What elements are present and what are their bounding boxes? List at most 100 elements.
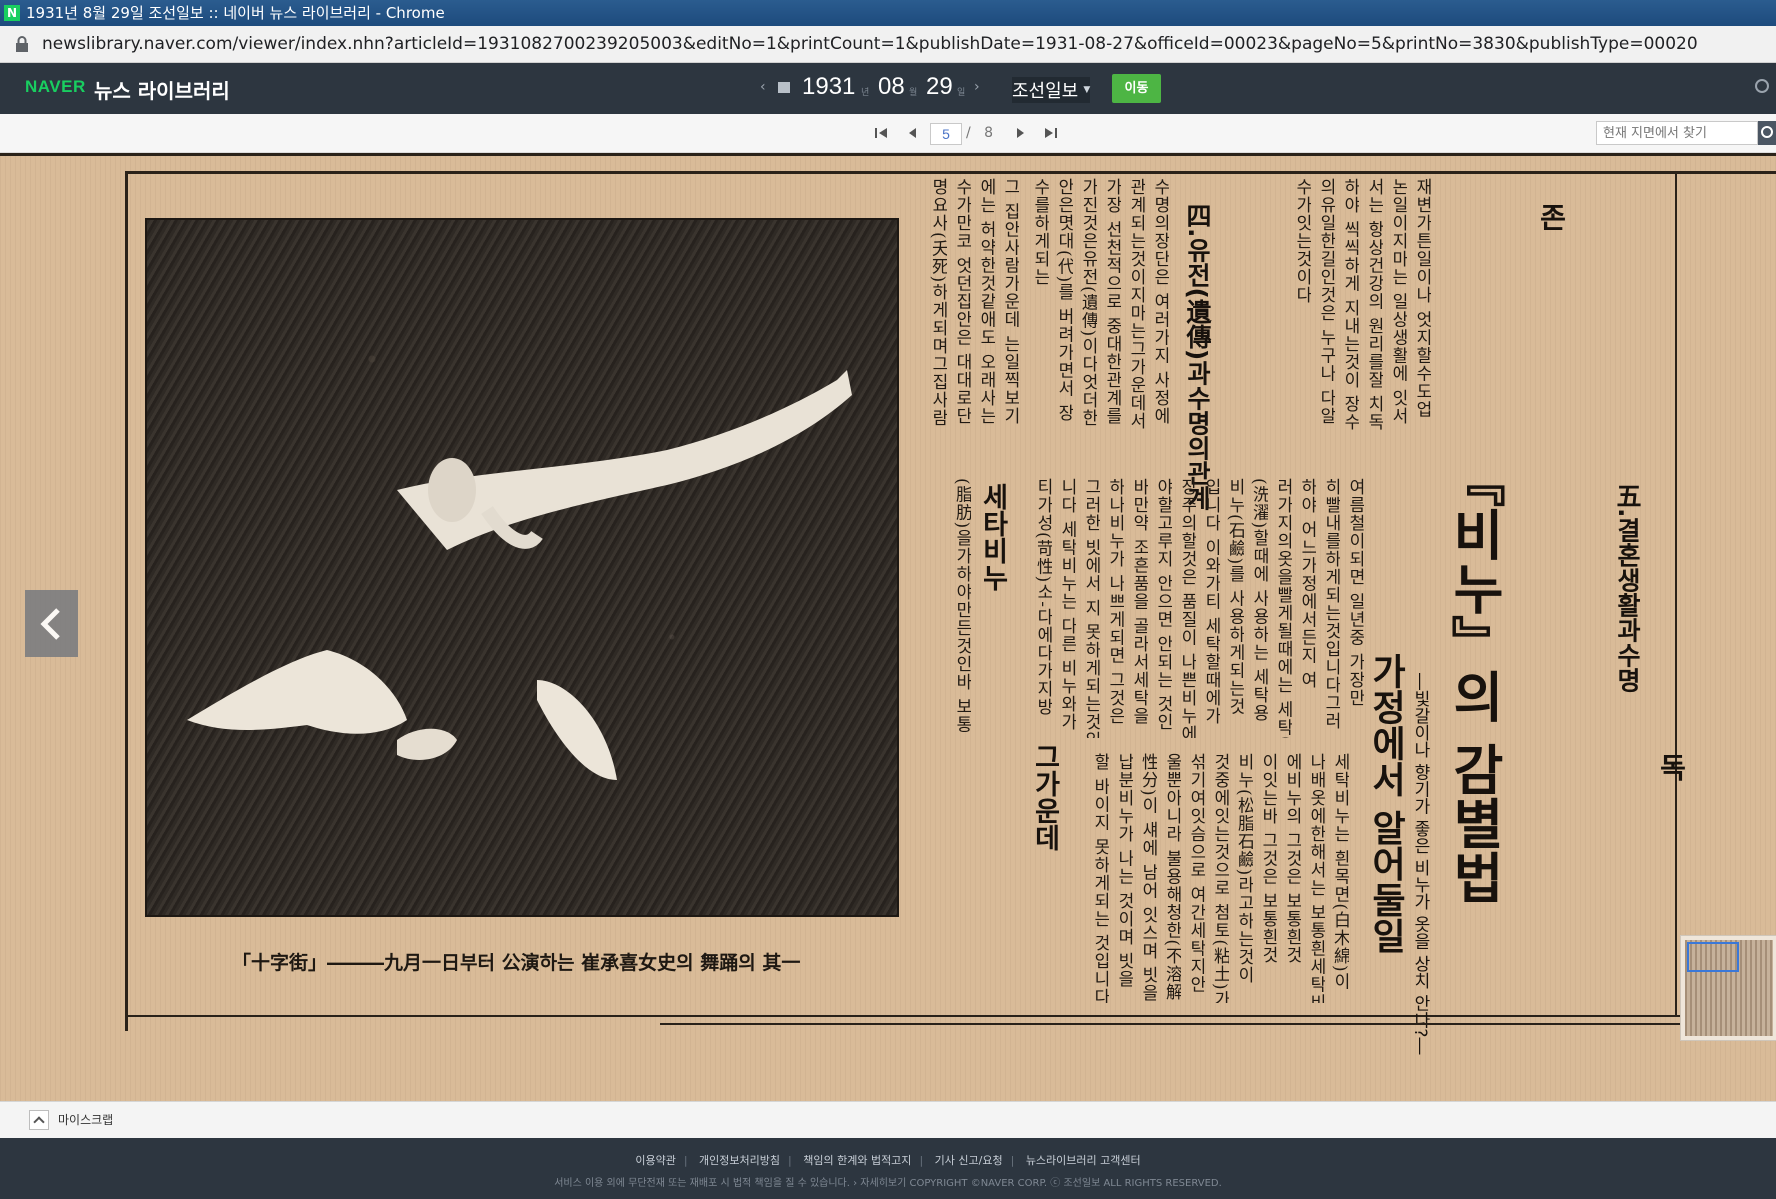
month-unit: 월 [909,88,918,98]
newspaper-select[interactable]: 조선일보 ▼ [1012,77,1091,103]
chevron-up-icon[interactable] [29,1110,49,1130]
next-date-icon[interactable]: › [974,80,984,94]
last-page-icon[interactable] [1043,125,1059,141]
text-column: 비누(松脂石鹼)라고하는것이 [1234,753,1253,985]
text-column: 에비누의 그것은 보통흰것 [1282,753,1301,964]
photo-caption: 「十字街」―――九月一日부터 公演하는 崔承喜女史의 舞踊의 其一 [232,952,801,974]
section-head-marriage: 五.결혼생활과수명 [1613,483,1642,693]
text-column: 세탁비누는 흰목면(白木綿)이 [1330,753,1349,991]
total-pages: 8 [984,125,993,141]
text-column: 야할고루지 안으면 안되는 것인 [1153,478,1172,732]
text-column: 가진것은유전(遺傳)이다엇더한 [1078,178,1097,428]
chevron-left-icon [40,608,60,640]
text-column: 하야 씩씩하게 지내는것이 장수 [1340,178,1359,432]
text-column: 것중에잇는것으로 첨토(粘土)가 [1210,753,1229,1003]
page-total: / 8 [966,123,993,143]
text-column: 바만약 조흔품을 골라서세탁을 [1129,478,1148,725]
text-column: 납분비누가 나는 것이며 빗을 [1114,753,1133,989]
dance-photo [145,218,899,917]
footer-separator: | [919,1154,924,1167]
first-page-icon[interactable] [873,125,889,141]
text-column: (洗濯)할때에 사용하는 세탁용 [1249,478,1268,723]
column-divider [1675,171,1677,1016]
article-headline: 『비누』의 감별법 [1442,453,1505,904]
text-column: 수가잇는것이다 [1292,178,1311,304]
section-head-1: 존 [1535,203,1568,231]
newspaper-page: 「十字街」―――九月一日부터 公演하는 崔承喜女史의 舞踊의 其一 『비누』의 … [0,153,1776,1101]
newspaper-viewer[interactable]: 「十字街」―――九月一日부터 公演하는 崔承喜女史의 舞踊의 其一 『비누』의 … [0,153,1776,1101]
prev-date-icon[interactable]: ‹ [760,80,770,94]
text-column: 안은몃대(代)를 버려가면서 장 [1054,178,1073,423]
text-column: 이잇는바 그것은 보통흰것 [1258,753,1277,964]
url-text[interactable]: newslibrary.naver.com/viewer/index.nhn?a… [42,26,1698,62]
text-column: 하나비누가 나쁘게되면 그것은 [1105,478,1124,725]
article-subheadline: 가정에서 알어둘일 [1365,653,1406,954]
footer-link-report[interactable]: 기사 신고/요청 [935,1154,1003,1167]
page-navigation-bar: 5 / 8 [0,114,1776,153]
text-column: 수를하게되는 [1030,178,1049,286]
day-value[interactable]: 29 [926,73,953,101]
go-button[interactable]: 이동 [1112,74,1161,103]
text-column: 티가성(苛性)소-다에다가지방 [1033,478,1052,717]
article-top-rule [125,171,1776,174]
section-head-2: 독 [1655,753,1688,781]
text-column: 나배옷에한해서는 보통흰세탁비누 [1306,753,1325,1003]
text-column: 가장 선천적으로 중대한관계를 [1102,178,1121,425]
section-head-among: 그가운데 [1029,743,1060,851]
text-column: 하야 어느가정에서든지 여 [1297,478,1316,689]
page-separator: / [966,125,971,141]
footer-separator: | [788,1154,792,1167]
site-footer: 이용약관 | 개인정보처리방침 | 책임의 한계와 법적고지 | 기사 신고/요청 | … [0,1138,1776,1199]
page-search-input[interactable] [1596,121,1758,145]
site-header: NAVER 뉴스 라이브러리 ‹ 1931 년 08 월 29 일 › 조선일보… [0,63,1776,114]
minimap-viewport[interactable] [1687,942,1739,972]
text-column: (脂肪)을가하야만든것인바 보통 [952,478,971,734]
dancer-figure [187,370,852,780]
news-library-logo[interactable]: 뉴스 라이브러리 [94,75,230,104]
clock-icon[interactable] [1755,79,1769,93]
naver-favicon-icon: N [4,5,20,21]
footer-link-privacy[interactable]: 개인정보처리방침 [699,1154,780,1167]
current-page-input[interactable]: 5 [930,123,962,145]
year-unit: 년 [861,88,870,98]
text-column: 러가지의옷을빨게될때에는 세탁용 [1273,478,1292,738]
text-column: 관계되는것이지마는그가운데서 [1126,178,1145,430]
article-bottom-rule [125,1015,1776,1017]
naver-logo[interactable]: NAVER [25,77,86,97]
text-column: 명요사(夭死)하게되며그집사람 [928,178,947,428]
footer-link-legal[interactable]: 책임의 한계와 법적고지 [803,1154,911,1167]
search-icon[interactable] [1758,121,1776,145]
text-column: 그 집안사람가운데 는일찍보기 [1000,178,1019,425]
text-column: 의유일한길인것은 누구나 다알 [1316,178,1335,425]
section-head-soap: 세타비누 [977,483,1008,591]
address-bar[interactable]: newslibrary.naver.com/viewer/index.nhn?a… [0,26,1776,63]
year-value[interactable]: 1931 [802,73,855,101]
text-column: 서는 항상건강의 원리를잘 치독 [1364,178,1383,432]
chevron-down-icon: ▼ [1083,85,1091,95]
day-unit: 일 [957,88,966,98]
text-column: 수가만코 엇던집안은 대대로단 [952,178,971,425]
footer-link-terms[interactable]: 이용약관 [635,1154,675,1167]
text-column: 비누(石鹼)를 사용하게되는것 [1225,478,1244,716]
footer-links: 이용약관 | 개인정보처리방침 | 책임의 한계와 법적고지 | 기사 신고/요청 | … [0,1152,1776,1168]
next-page-icon[interactable] [1012,125,1028,141]
footer-link-support[interactable]: 뉴스라이브러리 고객센터 [1026,1154,1141,1167]
month-value[interactable]: 08 [878,73,905,101]
prev-page-arrow[interactable] [25,590,78,657]
footer-copyright: 서비스 이용 외에 무단전재 또는 재배포 시 법적 책임을 질 수 있습니다.… [554,1178,1222,1189]
newspaper-select-value: 조선일보 [1012,81,1079,102]
calendar-icon[interactable] [778,82,790,93]
page-minimap[interactable] [1680,935,1776,1041]
footer-separator: | [1010,1154,1015,1167]
text-column: 니다 세탁비누는 다른 비누와가 [1057,478,1076,732]
article-deck: ―빛갈이나 향기가 좋은 비누가 옷을 상치 안나?― [1410,673,1430,1055]
prev-page-icon[interactable] [905,125,921,141]
text-column: 할 바이지 못하게되는 것입니다 [1090,753,1109,1003]
myscrap-label[interactable]: 마이스크랩 [58,1102,113,1138]
text-column: 장주의할것은 품질이 나쁜비누에 [1177,478,1196,738]
text-column: 재변가튼일이나 엇지할수도업 [1412,178,1431,419]
lock-icon [16,36,28,52]
text-column: 논일이지마는 일상생활에 잇서 [1388,178,1407,425]
text-column: 울뿐아니라 불용해청한(不溶解 [1162,753,1181,1002]
article-left-rule [125,171,128,1031]
